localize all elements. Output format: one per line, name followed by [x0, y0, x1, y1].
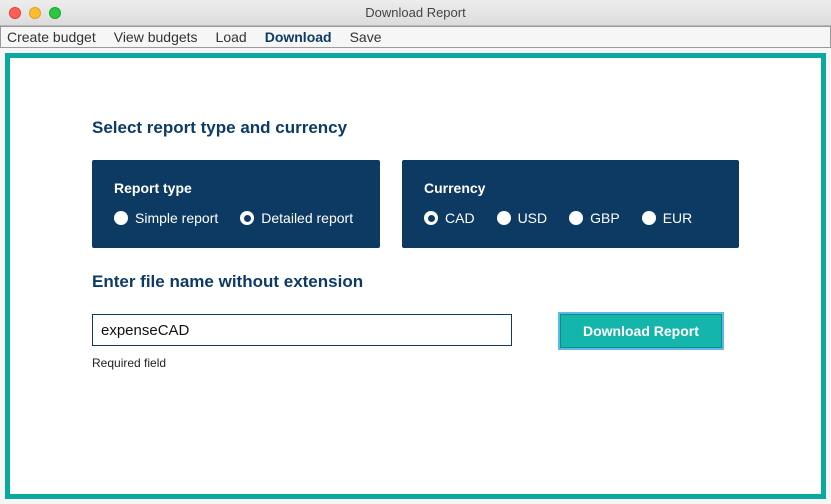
- radio-label: CAD: [445, 210, 475, 226]
- filename-helper: Required field: [92, 356, 512, 370]
- content-inner: Select report type and currency Report t…: [10, 58, 821, 390]
- menu-create-budget[interactable]: Create budget: [7, 29, 96, 45]
- section-heading-type-currency: Select report type and currency: [92, 118, 739, 138]
- file-row: Required field Download Report: [92, 314, 739, 370]
- panel-currency: Currency CAD USD: [402, 160, 739, 248]
- radio-label: USD: [518, 210, 548, 226]
- menu-download[interactable]: Download: [265, 29, 332, 45]
- radio-icon: [497, 211, 511, 225]
- radio-usd[interactable]: USD: [497, 210, 548, 226]
- radio-group-currency: CAD USD GBP: [424, 210, 717, 226]
- section-heading-filename: Enter file name without extension: [92, 272, 739, 292]
- download-report-button[interactable]: Download Report: [560, 314, 722, 348]
- radio-icon: [424, 211, 438, 225]
- menu-load[interactable]: Load: [216, 29, 247, 45]
- menubar: Create budget View budgets Load Download…: [0, 26, 831, 48]
- radio-simple-report[interactable]: Simple report: [114, 210, 218, 226]
- radio-eur[interactable]: EUR: [642, 210, 693, 226]
- file-col: Required field: [92, 314, 512, 370]
- radio-icon: [569, 211, 583, 225]
- menu-save[interactable]: Save: [350, 29, 382, 45]
- minimize-icon[interactable]: [29, 7, 41, 19]
- radio-label: Simple report: [135, 210, 218, 226]
- panels-row: Report type Simple report Detailed repor…: [92, 160, 739, 248]
- radio-group-report-type: Simple report Detailed report: [114, 210, 358, 226]
- panel-title-report-type: Report type: [114, 180, 358, 196]
- close-icon[interactable]: [9, 7, 21, 19]
- download-btn-wrap: Download Report: [560, 314, 722, 348]
- content-frame: Select report type and currency Report t…: [5, 53, 826, 499]
- radio-icon: [642, 211, 656, 225]
- radio-icon: [114, 211, 128, 225]
- radio-label: GBP: [590, 210, 620, 226]
- panel-report-type: Report type Simple report Detailed repor…: [92, 160, 380, 248]
- content-outer: Select report type and currency Report t…: [0, 48, 831, 504]
- window: Download Report Create budget View budge…: [0, 0, 831, 504]
- filename-input[interactable]: [92, 314, 512, 346]
- zoom-icon[interactable]: [49, 7, 61, 19]
- radio-icon: [240, 211, 254, 225]
- window-controls: [9, 7, 61, 19]
- radio-gbp[interactable]: GBP: [569, 210, 620, 226]
- radio-label: EUR: [663, 210, 693, 226]
- radio-cad[interactable]: CAD: [424, 210, 475, 226]
- panel-title-currency: Currency: [424, 180, 717, 196]
- menu-view-budgets[interactable]: View budgets: [114, 29, 198, 45]
- radio-detailed-report[interactable]: Detailed report: [240, 210, 353, 226]
- window-title: Download Report: [0, 5, 831, 20]
- radio-label: Detailed report: [261, 210, 353, 226]
- titlebar: Download Report: [0, 0, 831, 26]
